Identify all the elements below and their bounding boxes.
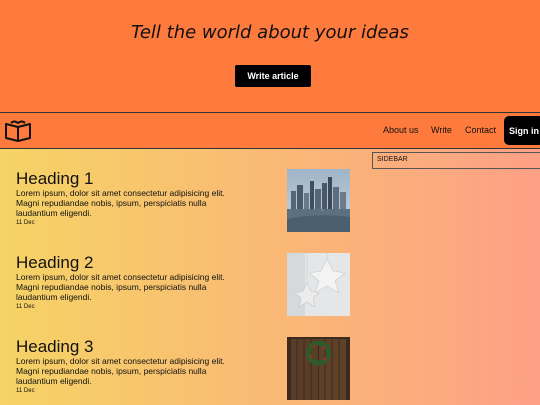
article-card[interactable]: Heading 2 Lorem ipsum, dolor sit amet co… bbox=[16, 253, 356, 319]
hero-title: Tell the world about your ideas bbox=[131, 22, 409, 43]
write-article-button[interactable]: Write article bbox=[235, 65, 311, 87]
top-navbar: About us Write Contact Sign in bbox=[0, 112, 540, 149]
sidebar: SIDEBAR bbox=[372, 152, 540, 169]
open-book-icon[interactable] bbox=[4, 119, 32, 143]
article-thumbnail-paper-stars[interactable] bbox=[287, 253, 350, 316]
article-thumbnail-city-skyline[interactable] bbox=[287, 169, 350, 232]
city-skyline-image bbox=[287, 169, 350, 232]
article-card[interactable]: Heading 1 Lorem ipsum, dolor sit amet co… bbox=[16, 169, 356, 235]
article-card[interactable]: Heading 3 Lorem ipsum, dolor sit amet co… bbox=[16, 337, 356, 403]
hero-banner: Tell the world about your ideas Write ar… bbox=[0, 0, 540, 112]
wreath-door-image bbox=[287, 337, 350, 400]
nav-link-contact[interactable]: Contact bbox=[465, 125, 496, 135]
article-excerpt: Lorem ipsum, dolor sit amet consectetur … bbox=[16, 356, 225, 386]
article-thumbnail-wreath-door[interactable] bbox=[287, 337, 350, 400]
nav-link-about-us[interactable]: About us bbox=[383, 125, 419, 135]
paper-stars-image bbox=[287, 253, 350, 316]
nav-link-write[interactable]: Write bbox=[431, 125, 452, 135]
article-excerpt: Lorem ipsum, dolor sit amet consectetur … bbox=[16, 272, 225, 302]
main-content: SIDEBAR Heading 1 Lorem ipsum, dolor sit… bbox=[0, 149, 540, 405]
article-excerpt: Lorem ipsum, dolor sit amet consectetur … bbox=[16, 188, 225, 218]
sign-in-button[interactable]: Sign in bbox=[504, 116, 540, 145]
